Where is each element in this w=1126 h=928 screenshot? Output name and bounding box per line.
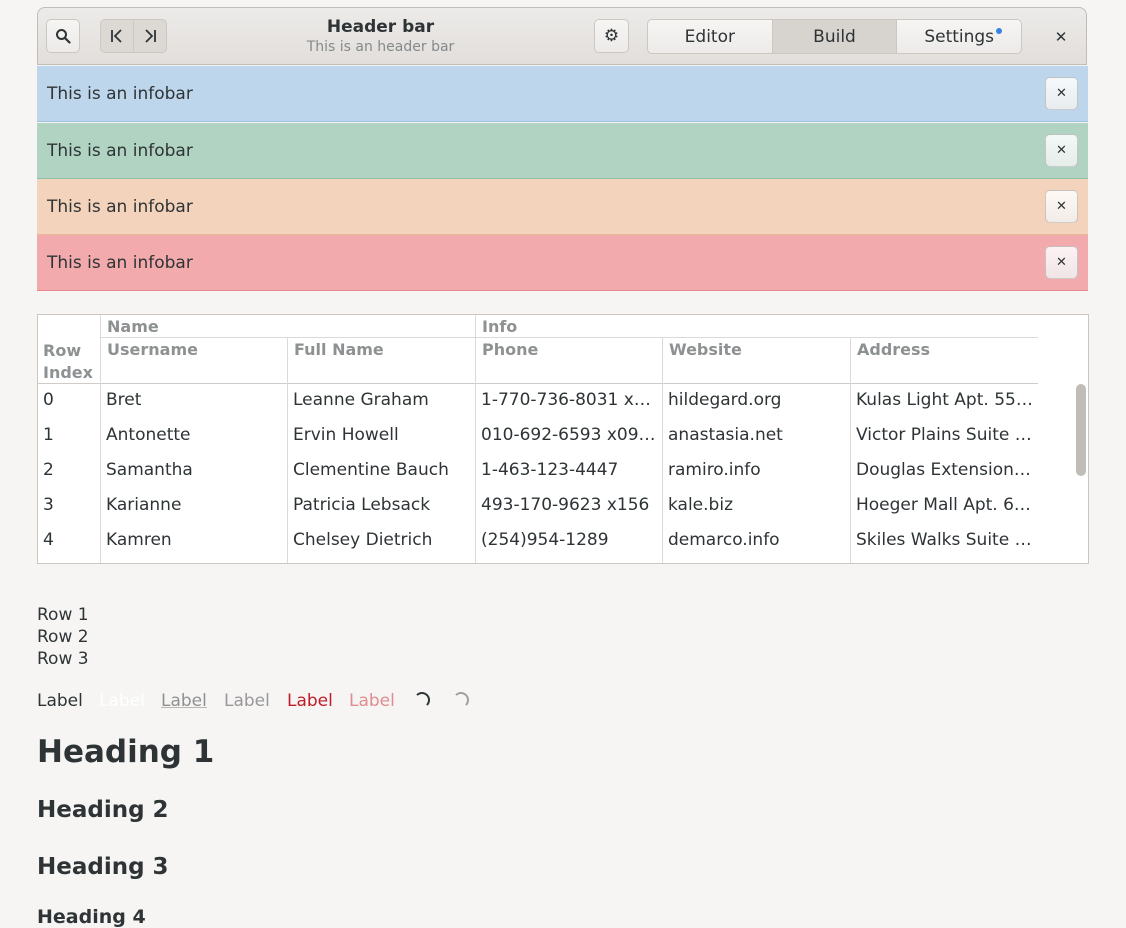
- view-switcher: Editor Build Settings: [647, 19, 1022, 54]
- skip-backward-icon: [111, 29, 122, 43]
- column-header-phone[interactable]: Phone: [482, 340, 538, 359]
- cell-row-index: 1: [43, 425, 54, 445]
- spinner-dim-icon: [453, 692, 469, 708]
- label-error: Label: [287, 691, 333, 711]
- cell-username: Kamren: [106, 530, 172, 550]
- column-header-full-name[interactable]: Full Name: [294, 340, 384, 359]
- heading-3: Heading 3: [37, 854, 169, 880]
- skip-forward-icon: [145, 29, 156, 43]
- cell-website: ramiro.info: [668, 460, 761, 480]
- infobar-close-button[interactable]: ✕: [1045, 246, 1078, 279]
- label-normal: Label: [37, 691, 83, 711]
- list-item: Row 2: [37, 627, 89, 647]
- tab-settings[interactable]: Settings: [897, 20, 1021, 53]
- label-link[interactable]: Label: [161, 690, 207, 712]
- data-table[interactable]: Name Info Row Index Username Full Name P…: [37, 314, 1089, 564]
- cell-website: hildegard.org: [668, 390, 782, 410]
- header-subtitle: This is an header bar: [306, 39, 455, 55]
- cell-address: Victor Plains Suite …: [856, 425, 1032, 445]
- infobar-warning: This is an infobar ✕: [37, 179, 1088, 235]
- cell-website: kale.biz: [668, 495, 733, 515]
- infobar-message: This is an infobar: [47, 83, 193, 104]
- infobar-close-button[interactable]: ✕: [1045, 190, 1078, 223]
- close-icon: ✕: [1056, 199, 1067, 214]
- cell-row-index: 3: [43, 495, 54, 515]
- list-item: Row 1: [37, 605, 89, 625]
- cell-full-name: Patricia Lebsack: [293, 495, 431, 515]
- header-title: Header bar: [326, 17, 435, 37]
- cell-address: Douglas Extension …: [856, 460, 1036, 480]
- infobar-info: This is an infobar ✕: [37, 66, 1088, 122]
- cell-phone: 1-463-123-4447: [481, 460, 619, 480]
- label-error-dim: Label: [349, 691, 395, 711]
- search-icon: [56, 29, 71, 44]
- label-inverted: Label: [99, 691, 145, 711]
- infobar-message: This is an infobar: [47, 196, 193, 217]
- header-bar: Header bar This is an header bar ⚙ Edito…: [37, 7, 1087, 65]
- list-item: Row 3: [37, 649, 89, 669]
- tab-editor[interactable]: Editor: [648, 20, 773, 53]
- column-header-website[interactable]: Website: [669, 340, 742, 359]
- gear-icon: ⚙: [603, 26, 620, 46]
- cell-address: Skiles Walks Suite …: [856, 530, 1032, 550]
- cell-row-index: 2: [43, 460, 54, 480]
- cell-username: Antonette: [106, 425, 191, 445]
- notification-dot-icon: [996, 28, 1003, 34]
- cell-full-name: Chelsey Dietrich: [293, 530, 433, 550]
- close-icon: ✕: [1056, 255, 1067, 270]
- table-scrollbar[interactable]: [1076, 384, 1086, 476]
- cell-username: Bret: [106, 390, 142, 410]
- label-dim: Label: [224, 691, 270, 711]
- column-header-address[interactable]: Address: [857, 340, 930, 359]
- infobar-message: This is an infobar: [47, 140, 193, 161]
- heading-2: Heading 2: [37, 797, 169, 823]
- column-header-username[interactable]: Username: [107, 340, 198, 359]
- cell-full-name: Clementine Bauch: [293, 460, 449, 480]
- heading-4: Heading 4: [37, 906, 146, 928]
- cell-row-index: 0: [43, 390, 54, 410]
- cell-phone: 1-770-736-8031 x5…: [481, 390, 659, 410]
- cell-phone: 010-692-6593 x09…: [481, 425, 656, 445]
- infobar-success: This is an infobar ✕: [37, 123, 1088, 179]
- infobar-close-button[interactable]: ✕: [1045, 77, 1078, 110]
- cell-phone: 493-170-9623 x156: [481, 495, 650, 515]
- search-button[interactable]: [46, 19, 80, 53]
- close-icon: ✕: [1056, 143, 1067, 158]
- settings-button[interactable]: ⚙: [594, 19, 629, 53]
- go-first-button[interactable]: [100, 19, 134, 53]
- cell-website: demarco.info: [668, 530, 780, 550]
- cell-phone: (254)954-1289: [481, 530, 609, 550]
- cell-full-name: Leanne Graham: [293, 390, 429, 410]
- spinner-icon: [414, 692, 430, 708]
- group-header-info: Info: [482, 317, 518, 336]
- heading-1: Heading 1: [37, 734, 215, 770]
- cell-address: Kulas Light Apt. 55…: [856, 390, 1033, 410]
- window-close-button[interactable]: ✕: [1050, 26, 1072, 48]
- cell-address: Hoeger Mall Apt. 6…: [856, 495, 1031, 515]
- tab-build[interactable]: Build: [772, 20, 898, 53]
- cell-row-index: 4: [43, 530, 54, 550]
- group-header-name: Name: [107, 317, 159, 336]
- cell-username: Karianne: [106, 495, 182, 515]
- infobar-message: This is an infobar: [47, 252, 193, 273]
- header-title-block: Header bar This is an header bar: [268, 16, 493, 56]
- infobar-error: This is an infobar ✕: [37, 235, 1088, 291]
- close-icon: ✕: [1054, 28, 1068, 46]
- go-last-button[interactable]: [133, 19, 167, 53]
- column-header-row-index[interactable]: Row Index: [43, 340, 98, 384]
- close-icon: ✕: [1056, 86, 1067, 101]
- cell-username: Samantha: [106, 460, 193, 480]
- cell-full-name: Ervin Howell: [293, 425, 399, 445]
- cell-website: anastasia.net: [668, 425, 783, 445]
- infobar-close-button[interactable]: ✕: [1045, 134, 1078, 167]
